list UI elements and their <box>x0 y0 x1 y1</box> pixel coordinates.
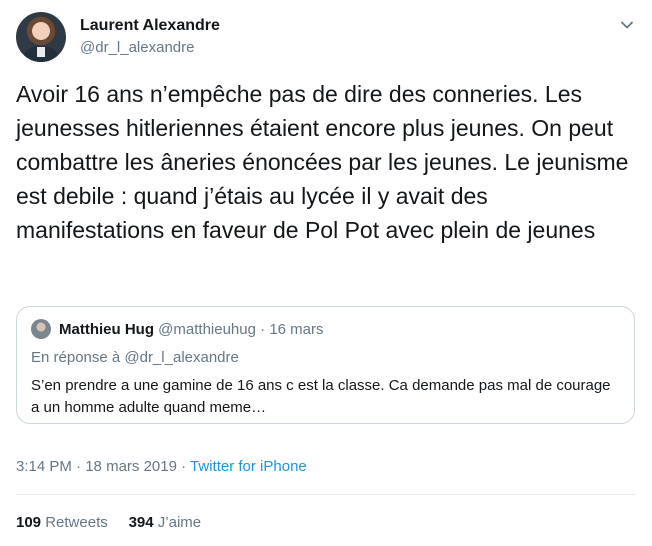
quoted-separator: · <box>260 321 266 338</box>
retweets-count: 109 <box>16 514 42 531</box>
retweets-label: Retweets <box>45 514 108 531</box>
quoted-date: 16 mars <box>269 321 324 338</box>
tweet-time: 3:14 PM <box>16 458 72 475</box>
tweet-source-link[interactable]: Twitter for iPhone <box>190 458 307 475</box>
avatar-collar <box>37 47 45 57</box>
likes-count: 394 <box>128 514 154 531</box>
author-handle[interactable]: @dr_l_alexandre <box>80 39 194 56</box>
quoted-reply-to: En réponse à @dr_l_alexandre <box>31 349 239 366</box>
tweet-stats: 109 Retweets 394 J’aime <box>16 514 201 531</box>
quoted-text: S’en prendre a une gamine de 16 ans c es… <box>31 377 611 416</box>
quoted-tweet[interactable]: Matthieu Hug @matthieuhug · 16 mars En r… <box>16 306 635 424</box>
likes-stat[interactable]: 394 J’aime <box>129 514 202 531</box>
divider <box>16 494 636 495</box>
likes-label: J’aime <box>157 514 202 531</box>
retweets-stat[interactable]: 109 Retweets <box>16 514 112 531</box>
meta-separator-2: · <box>181 458 187 475</box>
quoted-handle: @matthieuhug <box>158 321 256 338</box>
author-avatar[interactable] <box>16 12 66 62</box>
quoted-header: Matthieu Hug @matthieuhug · 16 mars <box>59 321 324 338</box>
meta-separator: · <box>76 458 82 475</box>
tweet-text: Avoir 16 ans n’empêche pas de dire des c… <box>16 81 629 243</box>
quoted-name: Matthieu Hug <box>59 321 154 338</box>
tweet-meta: 3:14 PM · 18 mars 2019 · Twitter for iPh… <box>16 458 307 475</box>
author-name[interactable]: Laurent Alexandre <box>80 17 220 35</box>
tweet-date: 18 mars 2019 <box>85 458 177 475</box>
chevron-down-icon[interactable] <box>620 18 634 32</box>
quoted-avatar <box>31 319 51 339</box>
